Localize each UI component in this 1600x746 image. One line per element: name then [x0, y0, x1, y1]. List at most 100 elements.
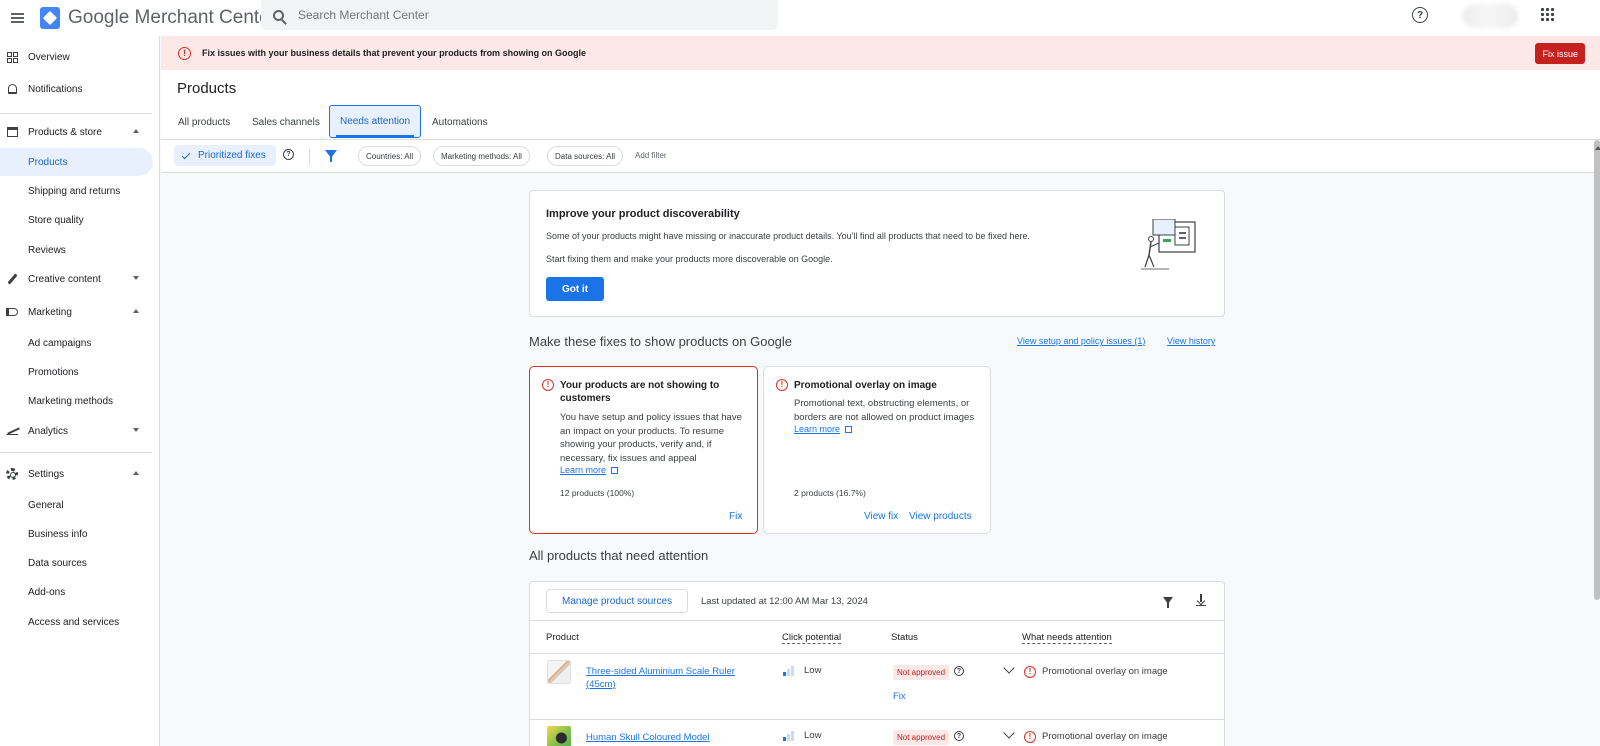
open-in-new-icon [845, 425, 853, 433]
column-header-click-potential[interactable]: Click potential [782, 632, 842, 644]
fix-card-title: Your products are not showing to custome… [560, 380, 720, 404]
sidebar-item-label: Business info [28, 528, 88, 540]
help-icon[interactable]: ? [954, 731, 964, 741]
chevron-down-icon[interactable] [1003, 662, 1015, 674]
sidebar-item-overview[interactable]: Overview [0, 43, 153, 71]
tab-needs-attention[interactable]: Needs attention [329, 105, 422, 138]
sidebar-item-general[interactable]: General [0, 491, 153, 519]
sidebar-item-settings[interactable]: Settings [0, 460, 153, 488]
click-potential-bars-icon [783, 731, 795, 741]
sidebar-item-analytics[interactable]: Analytics [0, 417, 153, 445]
attention-issue-text: Promotional overlay on image [1042, 666, 1168, 677]
fix-card-promotional-overlay: ! Promotional overlay on image Promotion… [763, 366, 991, 534]
sidebar-item-label: Marketing [28, 306, 72, 318]
row-divider [530, 719, 1224, 720]
sidebar-item-label: Notifications [28, 83, 83, 95]
chevron-down-icon[interactable] [1003, 727, 1015, 739]
merchant-center-logo-icon [40, 7, 60, 29]
table-filter-icon[interactable] [1163, 597, 1173, 608]
products-table: Manage product sources Last updated at 1… [529, 581, 1225, 746]
bell-icon [5, 82, 19, 96]
row-fix-link[interactable]: Fix [893, 691, 906, 702]
fix-button[interactable]: Fix [729, 511, 742, 522]
scroll-up-arrow-icon[interactable] [1595, 146, 1600, 150]
page-title: Products [177, 80, 237, 97]
fix-card-description: You have setup and policy issues that ha… [560, 412, 742, 464]
last-updated-text: Last updated at 12:00 AM Mar 13, 2024 [701, 596, 868, 607]
error-icon: ! [178, 46, 191, 60]
search-bar[interactable] [261, 0, 778, 30]
tab-automations[interactable]: Automations [422, 107, 498, 138]
view-products-button[interactable]: View products [909, 511, 972, 522]
add-filter-link[interactable]: Add filter [635, 151, 667, 160]
discoverability-card: Improve your product discoverability Som… [529, 190, 1225, 317]
marketing-methods-filter-chip[interactable]: Marketing methods: All [433, 146, 530, 166]
sidebar-item-products[interactable]: Products [0, 148, 153, 176]
fix-card-not-showing: ! Your products are not showing to custo… [529, 366, 758, 534]
table-divider [530, 620, 1224, 621]
prioritized-fixes-chip[interactable]: Prioritized fixes [174, 145, 276, 166]
data-sources-filter-chip[interactable]: Data sources: All [547, 146, 624, 166]
countries-filter-chip[interactable]: Countries: All [358, 146, 422, 166]
search-input[interactable] [298, 8, 698, 22]
view-setup-policy-issues-link[interactable]: View setup and policy issues (1) [1017, 336, 1145, 346]
sidebar-item-label: Data sources [28, 557, 87, 569]
manage-product-sources-button[interactable]: Manage product sources [546, 589, 689, 613]
app-title: Google Merchant Center [68, 7, 277, 28]
error-icon: ! [1024, 731, 1036, 743]
sidebar-item-data-sources[interactable]: Data sources [0, 549, 153, 577]
trending-icon [5, 424, 19, 438]
sidebar-item-promotions[interactable]: Promotions [0, 358, 153, 386]
business-details-alert: ! Fix issues with your business details … [161, 36, 1600, 70]
open-in-new-icon [611, 466, 619, 474]
help-icon[interactable]: ? [954, 666, 964, 676]
sidebar-item-label: Store quality [28, 214, 84, 226]
sidebar-item-marketing-methods[interactable]: Marketing methods [0, 387, 153, 415]
gear-icon [5, 467, 19, 481]
help-icon[interactable]: ? [283, 149, 294, 160]
learn-more-link[interactable]: Learn more [794, 424, 853, 434]
sidebar-item-business-info[interactable]: Business info [0, 520, 153, 548]
tab-all-products[interactable]: All products [168, 107, 240, 138]
sidebar-item-notifications[interactable]: Notifications [0, 75, 153, 103]
google-apps-icon[interactable] [1541, 8, 1554, 21]
error-icon: ! [776, 379, 788, 391]
account-avatar[interactable] [1462, 4, 1518, 28]
error-icon: ! [542, 379, 554, 391]
help-icon[interactable]: ? [1412, 7, 1428, 23]
main-menu-button[interactable] [4, 5, 30, 31]
sidebar-item-add-ons[interactable]: Add-ons [0, 578, 153, 606]
view-fix-button[interactable]: View fix [864, 511, 898, 522]
sidebar-item-store-quality[interactable]: Store quality [0, 206, 153, 234]
dashboard-icon [5, 50, 19, 64]
column-header-what-needs-attention[interactable]: What needs attention [1022, 632, 1112, 644]
sidebar-item-reviews[interactable]: Reviews [0, 236, 153, 264]
sidebar-item-creative-content[interactable]: Creative content [0, 265, 153, 293]
tab-sales-channels[interactable]: Sales channels [242, 107, 330, 138]
product-link[interactable]: Three-sided Aluminium Scale Ruler (45cm) [586, 665, 756, 691]
chevron-down-icon [133, 276, 139, 280]
sidebar-item-products-store[interactable]: Products & store [0, 118, 153, 146]
got-it-button[interactable]: Got it [546, 277, 604, 301]
view-history-link[interactable]: View history [1167, 336, 1215, 346]
chevron-up-icon [133, 471, 139, 475]
download-icon[interactable] [1196, 594, 1206, 606]
learn-more-label: Learn more [794, 424, 841, 434]
product-link[interactable]: Human Skull Coloured Model [586, 731, 756, 744]
sidebar-item-label: Marketing methods [28, 395, 114, 407]
page-scrollbar[interactable] [1594, 140, 1600, 600]
click-potential-value: Low [804, 730, 822, 741]
sidebar-item-label: Products & store [28, 126, 102, 138]
fix-issue-button[interactable]: Fix issue [1535, 43, 1585, 64]
sidebar-divider [0, 452, 152, 453]
sidebar-item-shipping-returns[interactable]: Shipping and returns [0, 177, 153, 205]
sidebar-item-label: Overview [28, 51, 70, 63]
filter-icon[interactable] [325, 150, 337, 162]
affected-products-count: 2 products (16.7%) [794, 488, 866, 498]
sidebar-item-marketing[interactable]: Marketing [0, 298, 153, 326]
discoverability-title: Improve your product discoverability [546, 208, 740, 220]
sidebar-item-ad-campaigns[interactable]: Ad campaigns [0, 329, 153, 357]
learn-more-link[interactable]: Learn more [560, 465, 619, 475]
sidebar-item-label: Shipping and returns [28, 185, 121, 197]
sidebar-item-access-services[interactable]: Access and services [0, 608, 153, 636]
